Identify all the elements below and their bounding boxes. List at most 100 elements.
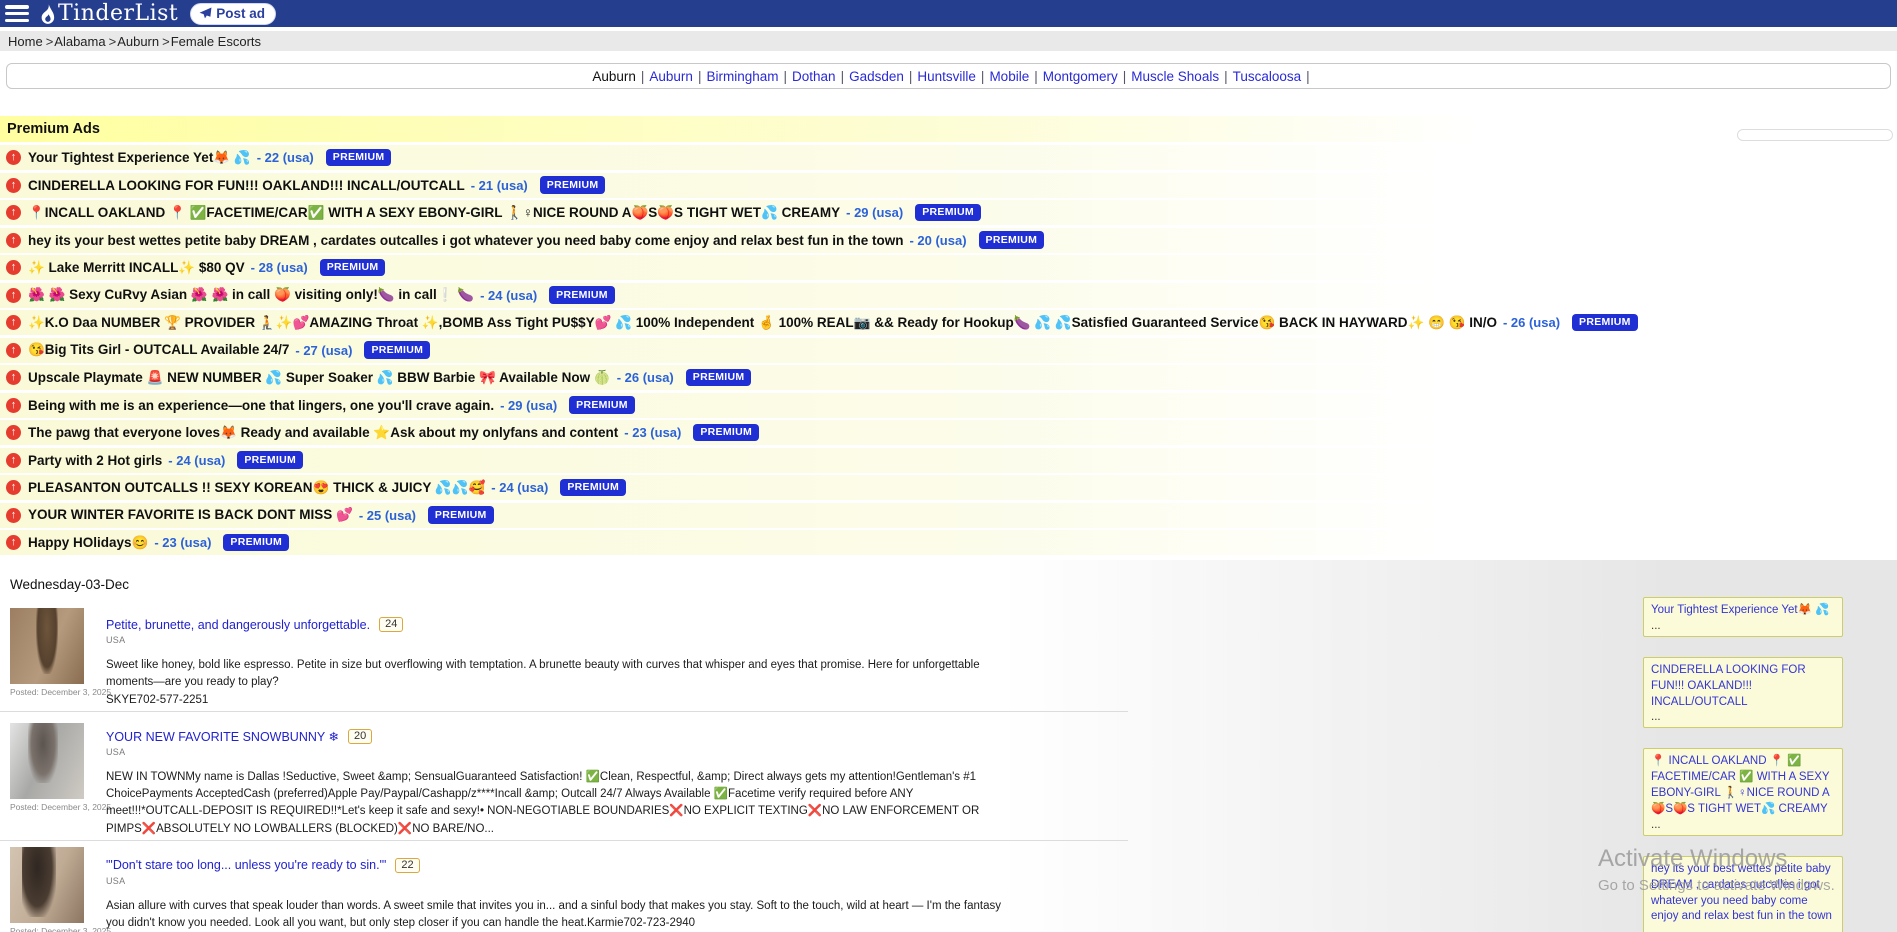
premium-ad-row[interactable]: YOUR WINTER FAVORITE IS BACK DONT MISS 💕… <box>0 503 1897 528</box>
listing-title-link[interactable]: YOUR NEW FAVORITE SNOWBUNNY ❄ <box>106 729 339 744</box>
sidebar-ad-box[interactable]: Your Tightest Experience Yet🦊 💦 ... <box>1643 597 1843 637</box>
premium-ad-title-link[interactable]: Being with me is an experience—one that … <box>28 398 494 413</box>
listing-thumbnail[interactable] <box>10 608 84 684</box>
red-up-arrow-icon <box>6 315 21 330</box>
premium-ad-row[interactable]: Happy HOlidays😊 - 23 (usa) PREMIUM <box>0 530 1897 555</box>
premium-ad-row[interactable]: 🌺 🌺 Sexy CuRvy Asian 🌺 🌺 in call 🍑 visit… <box>0 283 1897 308</box>
red-up-arrow-icon <box>6 233 21 248</box>
premium-ad-title-link[interactable]: 📍INCALL OAKLAND 📍 ✅FACETIME/CAR✅ WITH A … <box>28 205 840 221</box>
listing-title-link[interactable]: Petite, brunette, and dangerously unforg… <box>106 618 370 632</box>
brand-logo[interactable]: TinderList <box>38 3 178 25</box>
breadcrumb-link[interactable]: Female Escorts <box>171 34 261 49</box>
premium-ad-title-link[interactable]: 🌺 🌺 Sexy CuRvy Asian 🌺 🌺 in call 🍑 visit… <box>28 287 474 303</box>
red-up-arrow-icon <box>6 535 21 550</box>
post-ad-button[interactable]: Post ad <box>190 3 276 25</box>
premium-ad-title-link[interactable]: Party with 2 Hot girls <box>28 453 162 468</box>
red-up-arrow-icon <box>6 150 21 165</box>
red-up-arrow-icon <box>6 260 21 275</box>
premium-ad-row[interactable]: Your Tightest Experience Yet🦊 💦 - 22 (us… <box>0 145 1897 170</box>
listing-thumbnail[interactable] <box>10 847 84 923</box>
city-nav-item: Auburn| <box>644 69 701 84</box>
premium-ad-title-link[interactable]: Your Tightest Experience Yet🦊 💦 <box>28 150 251 166</box>
premium-ad-row[interactable]: 📍INCALL OAKLAND 📍 ✅FACETIME/CAR✅ WITH A … <box>0 200 1897 225</box>
premium-ad-title-link[interactable]: ✨ Lake Merritt INCALL✨ $80 QV <box>28 260 245 276</box>
city-nav-link[interactable]: Auburn <box>649 69 693 84</box>
premium-ad-row[interactable]: ✨K.O Daa NUMBER 🏆 PROVIDER 🧎✨💕AMAZING Th… <box>0 310 1897 335</box>
premium-ad-age: - 29 (usa) <box>846 205 903 220</box>
premium-ad-title-link[interactable]: The pawg that everyone loves🦊 Ready and … <box>28 425 618 441</box>
red-up-arrow-icon <box>6 288 21 303</box>
red-up-arrow-icon <box>6 205 21 220</box>
premium-ad-age: - 21 (usa) <box>471 178 528 193</box>
age-badge: 22 <box>395 858 419 873</box>
city-nav-link[interactable]: Auburn <box>592 69 636 84</box>
sidebar-ad-title-link[interactable]: hey its your best wettes petite baby DRE… <box>1651 862 1835 925</box>
city-nav-link[interactable]: Mobile <box>989 69 1029 84</box>
sidebar-ad-title-link[interactable]: Your Tightest Experience Yet🦊 💦 <box>1651 603 1835 619</box>
premium-ad-row[interactable]: Party with 2 Hot girls - 24 (usa) PREMIU… <box>0 448 1897 473</box>
premium-ad-age: - 29 (usa) <box>500 398 557 413</box>
premium-badge: PREMIUM <box>428 506 494 524</box>
breadcrumb: >Home >Alabama>Auburn >Female Escorts <box>0 31 1897 51</box>
sidebar-ad-box[interactable]: 📍 INCALL OAKLAND 📍 ✅ FACETIME/CAR ✅ WITH… <box>1643 748 1843 835</box>
listing-item: Posted: December 3, 2025 Petite, brunett… <box>0 600 1128 712</box>
hamburger-menu-icon[interactable] <box>5 5 29 22</box>
premium-ad-title-link[interactable]: CINDERELLA LOOKING FOR FUN!!! OAKLAND!!!… <box>28 178 465 193</box>
city-nav-link[interactable]: Tuscaloosa <box>1233 69 1302 84</box>
city-nav-link[interactable]: Birmingham <box>706 69 778 84</box>
city-nav-item: Mobile| <box>984 69 1037 84</box>
premium-badge: PREMIUM <box>549 286 615 304</box>
premium-ad-row[interactable]: Upscale Playmate 🚨 NEW NUMBER 💦 Super So… <box>0 365 1897 390</box>
listing-title-link[interactable]: "'Don't stare too long... unless you're … <box>106 858 386 872</box>
premium-badge: PREMIUM <box>1572 314 1638 332</box>
premium-ad-row[interactable]: The pawg that everyone loves🦊 Ready and … <box>0 420 1897 445</box>
premium-badge: PREMIUM <box>569 396 635 414</box>
premium-ad-title-link[interactable]: 😘Big Tits Girl - OUTCALL Available 24/7 <box>28 342 289 358</box>
premium-ad-row[interactable]: PLEASANTON OUTCALLS !! SEXY KOREAN😍 THIC… <box>0 475 1897 500</box>
premium-ad-title-link[interactable]: ✨K.O Daa NUMBER 🏆 PROVIDER 🧎✨💕AMAZING Th… <box>28 315 1497 331</box>
premium-ad-row[interactable]: hey its your best wettes petite baby DRE… <box>0 228 1897 253</box>
listing-thumb-column: Posted: December 3, 2025 <box>10 715 84 838</box>
sidebar-ad-ellipsis: ... <box>1651 926 1835 932</box>
breadcrumb-separator: > <box>109 34 117 49</box>
sidebar-ad-title-link[interactable]: 📍 INCALL OAKLAND 📍 ✅ FACETIME/CAR ✅ WITH… <box>1651 754 1835 817</box>
city-nav-link[interactable]: Dothan <box>792 69 836 84</box>
flame-icon <box>38 3 57 25</box>
listing-thumbnail[interactable] <box>10 723 84 799</box>
premium-ad-row[interactable]: 😘Big Tits Girl - OUTCALL Available 24/7 … <box>0 338 1897 363</box>
sidebar-ad-ellipsis: ... <box>1651 711 1835 723</box>
premium-ad-title-link[interactable]: YOUR WINTER FAVORITE IS BACK DONT MISS 💕 <box>28 507 353 523</box>
listing-location: USA <box>106 876 1001 886</box>
sidebar-ad-box[interactable]: hey its your best wettes petite baby DRE… <box>1643 856 1843 932</box>
sidebar-ad-title-link[interactable]: CINDERELLA LOOKING FOR FUN!!! OAKLAND!!!… <box>1651 663 1835 711</box>
red-up-arrow-icon <box>6 178 21 193</box>
listing-body: Petite, brunette, and dangerously unforg… <box>106 603 1001 709</box>
city-nav-link[interactable]: Montgomery <box>1043 69 1118 84</box>
city-nav-item: Tuscaloosa| <box>1228 69 1310 84</box>
premium-ad-row[interactable]: CINDERELLA LOOKING FOR FUN!!! OAKLAND!!!… <box>0 173 1897 198</box>
premium-ad-title-link[interactable]: Happy HOlidays😊 <box>28 535 148 551</box>
premium-ad-age: - 24 (usa) <box>491 480 548 495</box>
premium-ad-title-link[interactable]: PLEASANTON OUTCALLS !! SEXY KOREAN😍 THIC… <box>28 480 485 496</box>
city-nav-item: Huntsville| <box>912 69 984 84</box>
listing-body: "'Don't stare too long... unless you're … <box>106 844 1001 932</box>
breadcrumb-link[interactable]: Home <box>8 34 43 49</box>
sidebar-ad-box[interactable]: CINDERELLA LOOKING FOR FUN!!! OAKLAND!!!… <box>1643 657 1843 729</box>
breadcrumb-link[interactable]: Alabama <box>54 34 105 49</box>
premium-ad-row[interactable]: ✨ Lake Merritt INCALL✨ $80 QV - 28 (usa)… <box>0 255 1897 280</box>
city-nav-link[interactable]: Gadsden <box>849 69 904 84</box>
city-nav-link[interactable]: Muscle Shoals <box>1131 69 1219 84</box>
premium-badge: PREMIUM <box>326 149 392 167</box>
premium-badge: PREMIUM <box>364 341 430 359</box>
premium-badge: PREMIUM <box>693 424 759 442</box>
posted-date: Posted: December 3, 2025 <box>10 802 84 812</box>
premium-ad-title-link[interactable]: Upscale Playmate 🚨 NEW NUMBER 💦 Super So… <box>28 370 611 386</box>
city-nav-link[interactable]: Huntsville <box>917 69 976 84</box>
breadcrumb-item: >Home <box>8 34 43 49</box>
premium-ad-row[interactable]: Being with me is an experience—one that … <box>0 393 1897 418</box>
city-nav-item: Montgomery| <box>1038 69 1127 84</box>
city-nav-item: Auburn| <box>587 69 644 84</box>
breadcrumb-link[interactable]: Auburn <box>117 34 159 49</box>
listing-contact: SKYE702-577-2251 <box>106 692 1001 709</box>
premium-ad-title-link[interactable]: hey its your best wettes petite baby DRE… <box>28 233 903 248</box>
